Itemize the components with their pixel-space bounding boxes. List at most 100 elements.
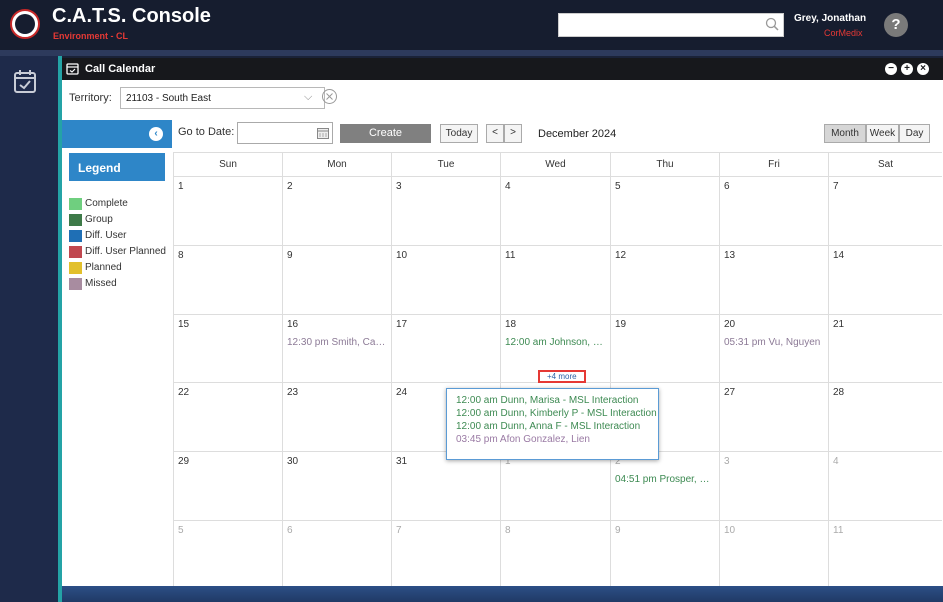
calendar-day-cell[interactable]: 3 — [719, 452, 828, 521]
calendar-day-cell[interactable]: 7 — [391, 520, 500, 590]
calendar-day-cell[interactable]: 11 — [500, 245, 610, 315]
day-number[interactable]: 8 — [505, 525, 511, 536]
popup-event[interactable]: 12:00 am Dunn, Marisa - MSL Interaction — [456, 395, 658, 408]
calendar-day-cell[interactable]: 18 12:00 am Johnson, La... +4 more — [500, 314, 610, 384]
goto-date-input[interactable] — [237, 122, 333, 144]
day-number[interactable]: 31 — [396, 456, 407, 467]
search-input[interactable] — [558, 13, 784, 37]
calendar-day-cell[interactable]: 11 — [828, 520, 942, 590]
calendar-day-cell[interactable]: 20 05:31 pm Vu, Nguyen — [719, 314, 828, 384]
day-number[interactable]: 1 — [178, 181, 184, 192]
day-number[interactable]: 5 — [615, 181, 621, 192]
calendar-day-cell[interactable]: 6 — [719, 177, 828, 246]
calendar-day-cell[interactable]: 5 — [173, 520, 282, 590]
calendar-day-cell[interactable]: 2 04:51 pm Prosper, N... — [610, 452, 719, 521]
calendar-day-cell[interactable]: 9 — [610, 520, 719, 590]
calendar-day-cell[interactable]: 31 — [391, 452, 500, 521]
day-number[interactable]: 17 — [396, 319, 407, 330]
day-number[interactable]: 29 — [178, 456, 189, 467]
calendar-event[interactable]: 12:00 am Johnson, La... — [505, 337, 605, 348]
day-number[interactable]: 10 — [396, 250, 407, 261]
calendar-day-cell[interactable]: 9 — [282, 245, 391, 315]
day-number[interactable]: 28 — [833, 387, 844, 398]
calendar-day-cell[interactable]: 17 — [391, 314, 500, 384]
calendar-day-cell[interactable]: 10 — [391, 245, 500, 315]
calendar-day-cell[interactable]: 15 — [173, 314, 282, 384]
day-number[interactable]: 10 — [724, 525, 735, 536]
day-number[interactable]: 8 — [178, 250, 184, 261]
day-number[interactable]: 9 — [287, 250, 293, 261]
calendar-day-cell[interactable]: 5 — [610, 177, 719, 246]
popup-event[interactable]: 03:45 pm Afon Gonzalez, Lien — [456, 434, 658, 447]
calendar-day-cell[interactable]: 16 12:30 pm Smith, Callie — [282, 314, 391, 384]
calendar-day-cell[interactable]: 8 — [173, 245, 282, 315]
calendar-day-cell[interactable]: 28 — [828, 383, 942, 453]
calendar-event[interactable]: 04:51 pm Prosper, N... — [615, 474, 715, 485]
day-number[interactable]: 12 — [615, 250, 626, 261]
calendar-day-cell[interactable]: 1 — [500, 452, 610, 521]
calendar-day-cell[interactable]: 10 — [719, 520, 828, 590]
day-number[interactable]: 13 — [724, 250, 735, 261]
next-month-button[interactable]: > — [504, 124, 522, 143]
day-number[interactable]: 24 — [396, 387, 407, 398]
territory-select[interactable]: 21103 - South East ⌵ — [120, 87, 325, 109]
user-name[interactable]: Grey, Jonathan — [794, 13, 866, 24]
calendar-day-cell[interactable]: 7 — [828, 177, 942, 246]
calendar-day-cell[interactable]: 1 — [173, 177, 282, 246]
minimize-icon[interactable]: − — [885, 63, 897, 75]
calendar-day-cell[interactable]: 30 — [282, 452, 391, 521]
popup-event[interactable]: 12:00 am Dunn, Anna F - MSL Interaction — [456, 421, 658, 434]
day-number[interactable]: 23 — [287, 387, 298, 398]
expand-icon[interactable]: + — [901, 63, 913, 75]
day-number[interactable]: 16 — [287, 319, 298, 330]
calendar-day-cell[interactable]: 4 — [828, 452, 942, 521]
calendar-day-cell[interactable]: 2 — [282, 177, 391, 246]
calendar-day-cell[interactable]: 8 — [500, 520, 610, 590]
day-number[interactable]: 9 — [615, 525, 621, 536]
previous-month-button[interactable]: < — [486, 124, 504, 143]
close-icon[interactable]: × — [917, 63, 929, 75]
calendar-event[interactable]: 12:30 pm Smith, Callie — [287, 337, 387, 348]
calendar-day-cell[interactable]: 21 — [828, 314, 942, 384]
chevron-down-icon[interactable]: ⌵ — [304, 91, 312, 104]
search-icon[interactable] — [765, 17, 779, 31]
calendar-day-cell[interactable]: 19 — [610, 314, 719, 384]
today-button[interactable]: Today — [440, 124, 478, 143]
calendar-day-cell[interactable]: 4 — [500, 177, 610, 246]
calendar-day-cell[interactable]: 6 — [282, 520, 391, 590]
calendar-day-cell[interactable]: 13 — [719, 245, 828, 315]
day-number[interactable]: 7 — [833, 181, 839, 192]
day-number[interactable]: 19 — [615, 319, 626, 330]
calendar-day-cell[interactable]: 22 — [173, 383, 282, 453]
day-number[interactable]: 4 — [505, 181, 511, 192]
view-day-button[interactable]: Day — [899, 124, 930, 143]
day-number[interactable]: 11 — [833, 525, 843, 536]
day-number[interactable]: 3 — [724, 456, 730, 467]
help-icon[interactable]: ? — [884, 13, 908, 37]
day-number[interactable]: 11 — [505, 250, 515, 261]
more-events-link[interactable]: +4 more — [538, 369, 586, 383]
chevron-left-icon[interactable]: ‹ — [149, 127, 163, 141]
day-number[interactable]: 20 — [724, 319, 735, 330]
day-number[interactable]: 2 — [287, 181, 293, 192]
calendar-event[interactable]: 05:31 pm Vu, Nguyen — [724, 337, 820, 348]
popup-event[interactable]: 12:00 am Dunn, Kimberly P - MSL Interact… — [456, 408, 658, 421]
day-number[interactable]: 27 — [724, 387, 735, 398]
calendar-icon[interactable] — [13, 68, 37, 94]
day-number[interactable]: 14 — [833, 250, 844, 261]
day-number[interactable]: 4 — [833, 456, 839, 467]
day-number[interactable]: 30 — [287, 456, 298, 467]
day-number[interactable]: 21 — [833, 319, 844, 330]
day-number[interactable]: 5 — [178, 525, 184, 536]
day-number[interactable]: 3 — [396, 181, 402, 192]
calendar-day-cell[interactable]: 27 — [719, 383, 828, 453]
day-number[interactable]: 6 — [287, 525, 293, 536]
day-number[interactable]: 22 — [178, 387, 189, 398]
calendar-day-cell[interactable]: 14 — [828, 245, 942, 315]
calendar-day-cell[interactable]: 23 — [282, 383, 391, 453]
day-number[interactable]: 18 — [505, 319, 516, 330]
day-number[interactable]: 6 — [724, 181, 730, 192]
date-picker-icon[interactable] — [317, 127, 329, 139]
clear-icon[interactable] — [321, 88, 338, 105]
calendar-day-cell[interactable]: 12 — [610, 245, 719, 315]
